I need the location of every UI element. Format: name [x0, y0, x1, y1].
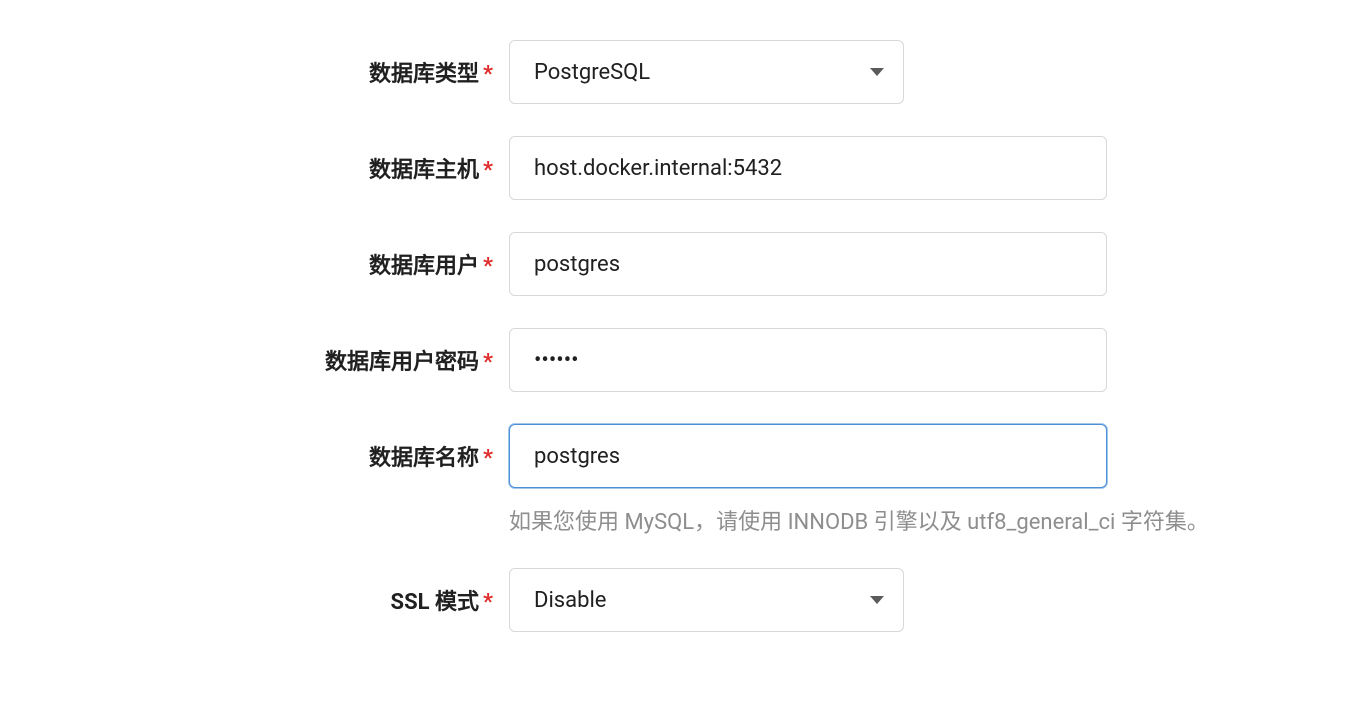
label-db-name: 数据库名称*	[79, 440, 509, 472]
label-text-db-host: 数据库主机	[369, 158, 479, 183]
label-text-ssl-mode: SSL 模式	[391, 590, 479, 615]
label-db-user: 数据库用户*	[79, 248, 509, 280]
label-db-password: 数据库用户密码*	[79, 344, 509, 376]
field-col-db-name	[509, 424, 1279, 488]
field-col-db-type: PostgreSQL	[509, 40, 1279, 104]
ssl-mode-select[interactable]: Disable	[509, 568, 904, 632]
db-user-input[interactable]	[509, 232, 1107, 296]
form-row-ssl-mode: SSL 模式* Disable	[79, 568, 1279, 632]
label-text-db-type: 数据库类型	[369, 62, 479, 87]
required-mark: *	[483, 350, 493, 375]
db-password-input[interactable]	[509, 328, 1107, 392]
db-host-input[interactable]	[509, 136, 1107, 200]
form-row-db-host: 数据库主机*	[79, 136, 1279, 200]
field-col-db-user	[509, 232, 1279, 296]
db-name-help-text: 如果您使用 MySQL，请使用 INNODB 引擎以及 utf8_general…	[509, 504, 1279, 536]
required-mark: *	[483, 590, 493, 615]
field-col-ssl-mode: Disable	[509, 568, 1279, 632]
db-type-select[interactable]: PostgreSQL	[509, 40, 904, 104]
label-db-type: 数据库类型*	[79, 56, 509, 88]
label-text-db-user: 数据库用户	[369, 254, 479, 279]
required-mark: *	[483, 62, 493, 87]
label-text-db-password: 数据库用户密码	[325, 350, 479, 375]
label-text-db-name: 数据库名称	[369, 446, 479, 471]
required-mark: *	[483, 158, 493, 183]
db-name-input[interactable]	[509, 424, 1107, 488]
db-type-select-value: PostgreSQL	[509, 40, 904, 104]
database-config-form: 数据库类型* PostgreSQL 数据库主机* 数据库用户* 数据库用户密码*	[79, 40, 1279, 632]
field-col-db-password	[509, 328, 1279, 392]
required-mark: *	[483, 254, 493, 279]
form-row-db-user: 数据库用户*	[79, 232, 1279, 296]
ssl-mode-select-value: Disable	[509, 568, 904, 632]
form-row-db-name: 数据库名称*	[79, 424, 1279, 488]
form-row-db-type: 数据库类型* PostgreSQL	[79, 40, 1279, 104]
form-row-db-password: 数据库用户密码*	[79, 328, 1279, 392]
field-col-db-host	[509, 136, 1279, 200]
label-ssl-mode: SSL 模式*	[79, 584, 509, 616]
required-mark: *	[483, 446, 493, 471]
label-db-host: 数据库主机*	[79, 152, 509, 184]
